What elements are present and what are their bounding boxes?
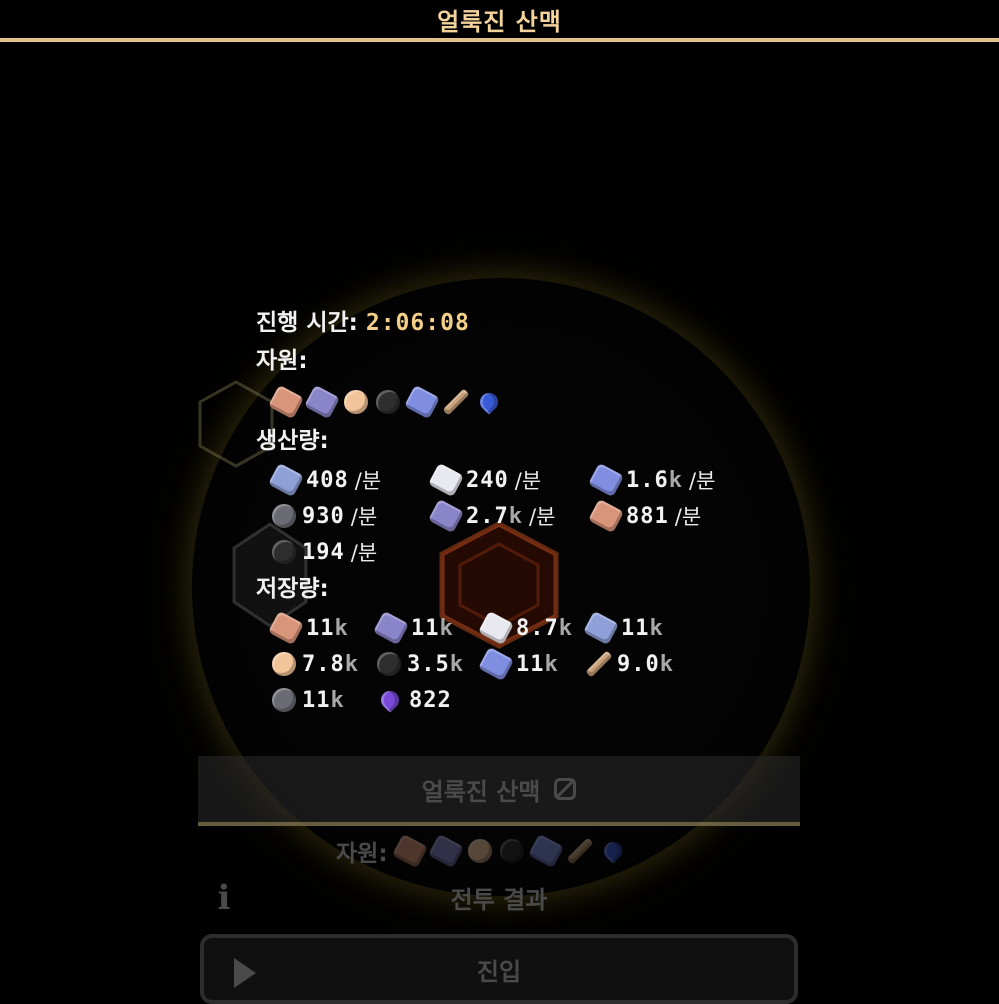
water-drop-icon	[476, 389, 502, 415]
storage-value: 11k	[516, 651, 559, 677]
storage-item: 11k	[478, 646, 587, 682]
storage-item: 3.5k	[377, 646, 482, 682]
top-title-bar: 얼룩진 산맥	[0, 0, 999, 42]
sector-panel: 얼룩진 산맥 자원: i 전투 결과 진입	[198, 756, 800, 1004]
lead-ore-icon	[427, 833, 464, 869]
production-label: 생산량:	[256, 428, 329, 454]
storage-value: 822	[409, 687, 452, 713]
storage-value: 11k	[411, 615, 454, 641]
copper-ore-icon	[268, 384, 304, 420]
battle-result-button[interactable]: i 전투 결과	[198, 872, 800, 922]
silicon-icon	[478, 610, 514, 646]
production-value: 881	[626, 503, 669, 529]
production-value: 240	[466, 467, 509, 493]
production-value: 930	[302, 503, 345, 529]
no-icon	[554, 778, 577, 800]
sector-title: 얼룩진 산맥	[437, 7, 562, 36]
panel-resources-label: 자원:	[336, 841, 388, 867]
sand-icon	[344, 390, 368, 414]
production-unit: /분	[354, 469, 382, 493]
storage-item: 11k	[373, 610, 482, 646]
production-item: 2.7k/분	[428, 498, 592, 534]
production-item: 930/분	[272, 498, 432, 534]
graphite-icon	[272, 688, 296, 712]
production-unit: /분	[689, 469, 716, 493]
production-unit: /분	[350, 505, 378, 529]
storage-value: 11k	[621, 615, 664, 641]
playtime-row: 진행 시간: 2:06:08	[256, 306, 776, 344]
storage-value: 3.5k	[407, 651, 464, 677]
production-item: 194/분	[272, 534, 432, 570]
storage-value: 9.0k	[617, 651, 674, 677]
production-unit: /분	[350, 541, 378, 565]
playtime-value: 2:06:08	[365, 310, 470, 336]
lead-ore-icon	[304, 384, 340, 420]
copper-icon	[588, 498, 624, 534]
storage-value: 11k	[306, 615, 349, 641]
storage-item: 822	[377, 682, 482, 718]
spore-pod-icon	[377, 687, 403, 713]
sand-icon	[467, 839, 492, 863]
sector-info: 진행 시간: 2:06:08 자원: 생산량: 408/분 240/분 1.6k/분…	[256, 306, 776, 718]
scrap-icon	[585, 650, 613, 678]
storage-item: 11k	[583, 610, 692, 646]
titanium-ore-icon	[527, 833, 564, 869]
storage-item: 7.8k	[272, 646, 377, 682]
coal-icon	[272, 540, 296, 564]
panel-header: 얼룩진 산맥	[198, 756, 800, 826]
production-unit: /분	[529, 505, 556, 529]
graphite-icon	[272, 504, 296, 528]
coal-icon	[377, 652, 401, 676]
production-value: 408	[306, 467, 349, 493]
playtime-label: 진행 시간:	[256, 310, 366, 336]
play-icon	[234, 958, 256, 988]
info-icon: i	[217, 878, 231, 918]
lead-icon	[373, 610, 409, 646]
enter-label: 진입	[476, 957, 522, 986]
lead-icon	[428, 498, 464, 534]
production-item: 1.6k/분	[588, 462, 752, 498]
storage-item: 9.0k	[585, 646, 692, 682]
metaglass-icon	[268, 462, 304, 498]
storage-list: 11k 11k 8.7k 11k 7.8k 3.5k 11k 9.0k 11k 822	[268, 610, 776, 718]
titanium-icon	[478, 646, 514, 682]
copper-icon	[268, 610, 304, 646]
water-drop-icon	[599, 838, 626, 864]
storage-value: 8.7k	[516, 615, 573, 641]
battle-result-label: 전투 결과	[450, 885, 548, 914]
silicon-icon	[428, 462, 464, 498]
production-value: 2.7k	[466, 503, 523, 529]
production-item: 881/분	[588, 498, 752, 534]
resources-icons	[268, 382, 776, 422]
scrap-icon	[442, 388, 470, 416]
production-value: 1.6k	[626, 467, 683, 493]
resources-label: 자원:	[256, 348, 308, 374]
storage-value: 11k	[302, 687, 345, 713]
metaglass-icon	[583, 610, 619, 646]
production-unit: /분	[514, 469, 542, 493]
coal-icon	[499, 839, 524, 863]
panel-resources: 자원:	[336, 833, 626, 869]
storage-item: 11k	[268, 610, 377, 646]
titanium-icon	[588, 462, 624, 498]
storage-item: 8.7k	[478, 610, 587, 646]
production-unit: /분	[674, 505, 702, 529]
production-item: 240/분	[428, 462, 592, 498]
panel-sector-name: 얼룩진 산맥	[421, 777, 541, 806]
enter-button[interactable]: 진입	[200, 934, 798, 1004]
coal-icon	[376, 390, 400, 414]
production-value: 194	[302, 539, 345, 565]
storage-value: 7.8k	[302, 651, 359, 677]
production-item: 408/분	[268, 462, 432, 498]
storage-label: 저장량:	[256, 576, 329, 602]
storage-item: 11k	[272, 682, 377, 718]
sand-icon	[272, 652, 296, 676]
titanium-ore-icon	[404, 384, 440, 420]
scrap-icon	[566, 837, 593, 865]
production-list: 408/분 240/분 1.6k/분 930/분 2.7k/분 881/분 194/분	[268, 462, 776, 570]
copper-ore-icon	[391, 833, 428, 869]
